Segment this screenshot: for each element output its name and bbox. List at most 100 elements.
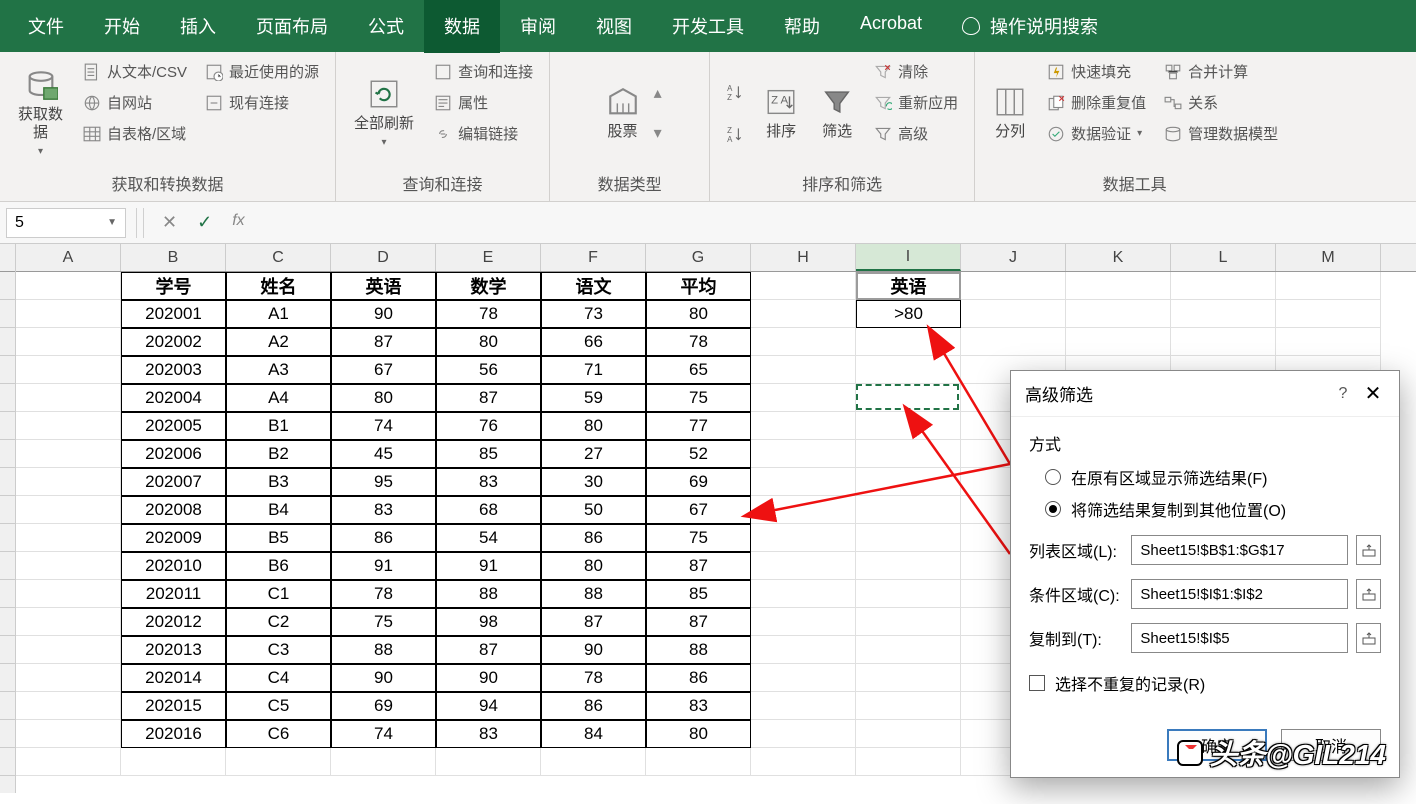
cell-F11[interactable]: 80 [541,552,646,580]
cell-E8[interactable]: 83 [436,468,541,496]
cell-H6[interactable] [751,412,856,440]
cell-F16[interactable]: 86 [541,692,646,720]
cell-I9[interactable] [856,496,961,524]
from-text-csv-button[interactable]: 从文本/CSV [77,58,193,85]
cell-E11[interactable]: 91 [436,552,541,580]
cell-I1[interactable]: 英语 [856,272,961,300]
cell-G10[interactable]: 75 [646,524,751,552]
data-validation-button[interactable]: 数据验证 ▾ [1041,120,1152,147]
cell-A16[interactable] [16,692,121,720]
cell-H12[interactable] [751,580,856,608]
cell-H17[interactable] [751,720,856,748]
cell-F17[interactable]: 84 [541,720,646,748]
cell-B6[interactable]: 202005 [121,412,226,440]
cell-A12[interactable] [16,580,121,608]
cell-J3[interactable] [961,328,1066,356]
cell-F14[interactable]: 90 [541,636,646,664]
cell-G14[interactable]: 88 [646,636,751,664]
row-header[interactable] [0,356,15,384]
list-range-input[interactable] [1131,535,1348,565]
cell-F1[interactable]: 语文 [541,272,646,300]
cell-F10[interactable]: 86 [541,524,646,552]
cell-I10[interactable] [856,524,961,552]
cell-G13[interactable]: 87 [646,608,751,636]
cell-C4[interactable]: A3 [226,356,331,384]
column-header-E[interactable]: E [436,244,541,271]
cell-C10[interactable]: B5 [226,524,331,552]
cell-B5[interactable]: 202004 [121,384,226,412]
from-web-button[interactable]: 自网站 [77,89,193,116]
cell-H3[interactable] [751,328,856,356]
confirm-entry-icon[interactable]: ✓ [197,212,212,233]
cell-I14[interactable] [856,636,961,664]
radio-filter-in-place[interactable]: 在原有区域显示筛选结果(F) [1045,465,1381,489]
data-model-button[interactable]: 管理数据模型 [1158,120,1284,147]
cell-C7[interactable]: B2 [226,440,331,468]
cell-I8[interactable] [856,468,961,496]
help-button[interactable]: ? [1329,385,1357,403]
cell-G3[interactable]: 78 [646,328,751,356]
cell-C13[interactable]: C2 [226,608,331,636]
cell-J2[interactable] [961,300,1066,328]
cell-E14[interactable]: 87 [436,636,541,664]
cell-G1[interactable]: 平均 [646,272,751,300]
column-header-H[interactable]: H [751,244,856,271]
column-header-K[interactable]: K [1066,244,1171,271]
ribbon-tab-公式[interactable]: 公式 [348,0,424,53]
cell-A10[interactable] [16,524,121,552]
cell-D5[interactable]: 80 [331,384,436,412]
column-header-C[interactable]: C [226,244,331,271]
formula-input[interactable] [259,208,1416,238]
cell-A9[interactable] [16,496,121,524]
cell-B10[interactable]: 202009 [121,524,226,552]
row-header[interactable] [0,608,15,636]
cell-A5[interactable] [16,384,121,412]
cell-G5[interactable]: 75 [646,384,751,412]
row-header[interactable] [0,496,15,524]
cell-L3[interactable] [1171,328,1276,356]
cell-E4[interactable]: 56 [436,356,541,384]
cell-G16[interactable]: 83 [646,692,751,720]
cell-E12[interactable]: 88 [436,580,541,608]
copy-to-input[interactable] [1131,623,1348,653]
cell-I13[interactable] [856,608,961,636]
remove-duplicates-button[interactable]: 删除重复值 [1041,89,1152,116]
cell-D1[interactable]: 英语 [331,272,436,300]
row-header[interactable] [0,384,15,412]
clear-filter-button[interactable]: 清除 [868,58,964,85]
cell-I2[interactable]: >80 [856,300,961,328]
splitter[interactable] [136,208,144,238]
cell-I4[interactable] [856,356,961,384]
cell-M3[interactable] [1276,328,1381,356]
cell-H5[interactable] [751,384,856,412]
cell-E6[interactable]: 76 [436,412,541,440]
filter-button[interactable]: 筛选 [812,58,862,167]
cell-B9[interactable]: 202008 [121,496,226,524]
cell-D17[interactable]: 74 [331,720,436,748]
existing-connections-button[interactable]: 现有连接 [199,89,325,116]
cell-H18[interactable] [751,748,856,776]
cell-C18[interactable] [226,748,331,776]
ribbon-tab-审阅[interactable]: 审阅 [500,0,576,53]
from-table-button[interactable]: 自表格/区域 [77,120,193,147]
cell-C8[interactable]: B3 [226,468,331,496]
cell-H13[interactable] [751,608,856,636]
sort-asc-button[interactable]: AZ [720,80,750,104]
column-header-B[interactable]: B [121,244,226,271]
range-picker-button[interactable] [1356,579,1381,609]
cell-E10[interactable]: 54 [436,524,541,552]
edit-links-button[interactable]: 编辑链接 [428,120,539,147]
cell-E5[interactable]: 87 [436,384,541,412]
cell-K2[interactable] [1066,300,1171,328]
column-header-J[interactable]: J [961,244,1066,271]
cell-E2[interactable]: 78 [436,300,541,328]
cell-B16[interactable]: 202015 [121,692,226,720]
ribbon-tab-开始[interactable]: 开始 [84,0,160,53]
range-picker-button[interactable] [1356,535,1381,565]
cell-D8[interactable]: 95 [331,468,436,496]
cell-A17[interactable] [16,720,121,748]
cell-I12[interactable] [856,580,961,608]
cell-I11[interactable] [856,552,961,580]
cell-C3[interactable]: A2 [226,328,331,356]
cell-G7[interactable]: 52 [646,440,751,468]
